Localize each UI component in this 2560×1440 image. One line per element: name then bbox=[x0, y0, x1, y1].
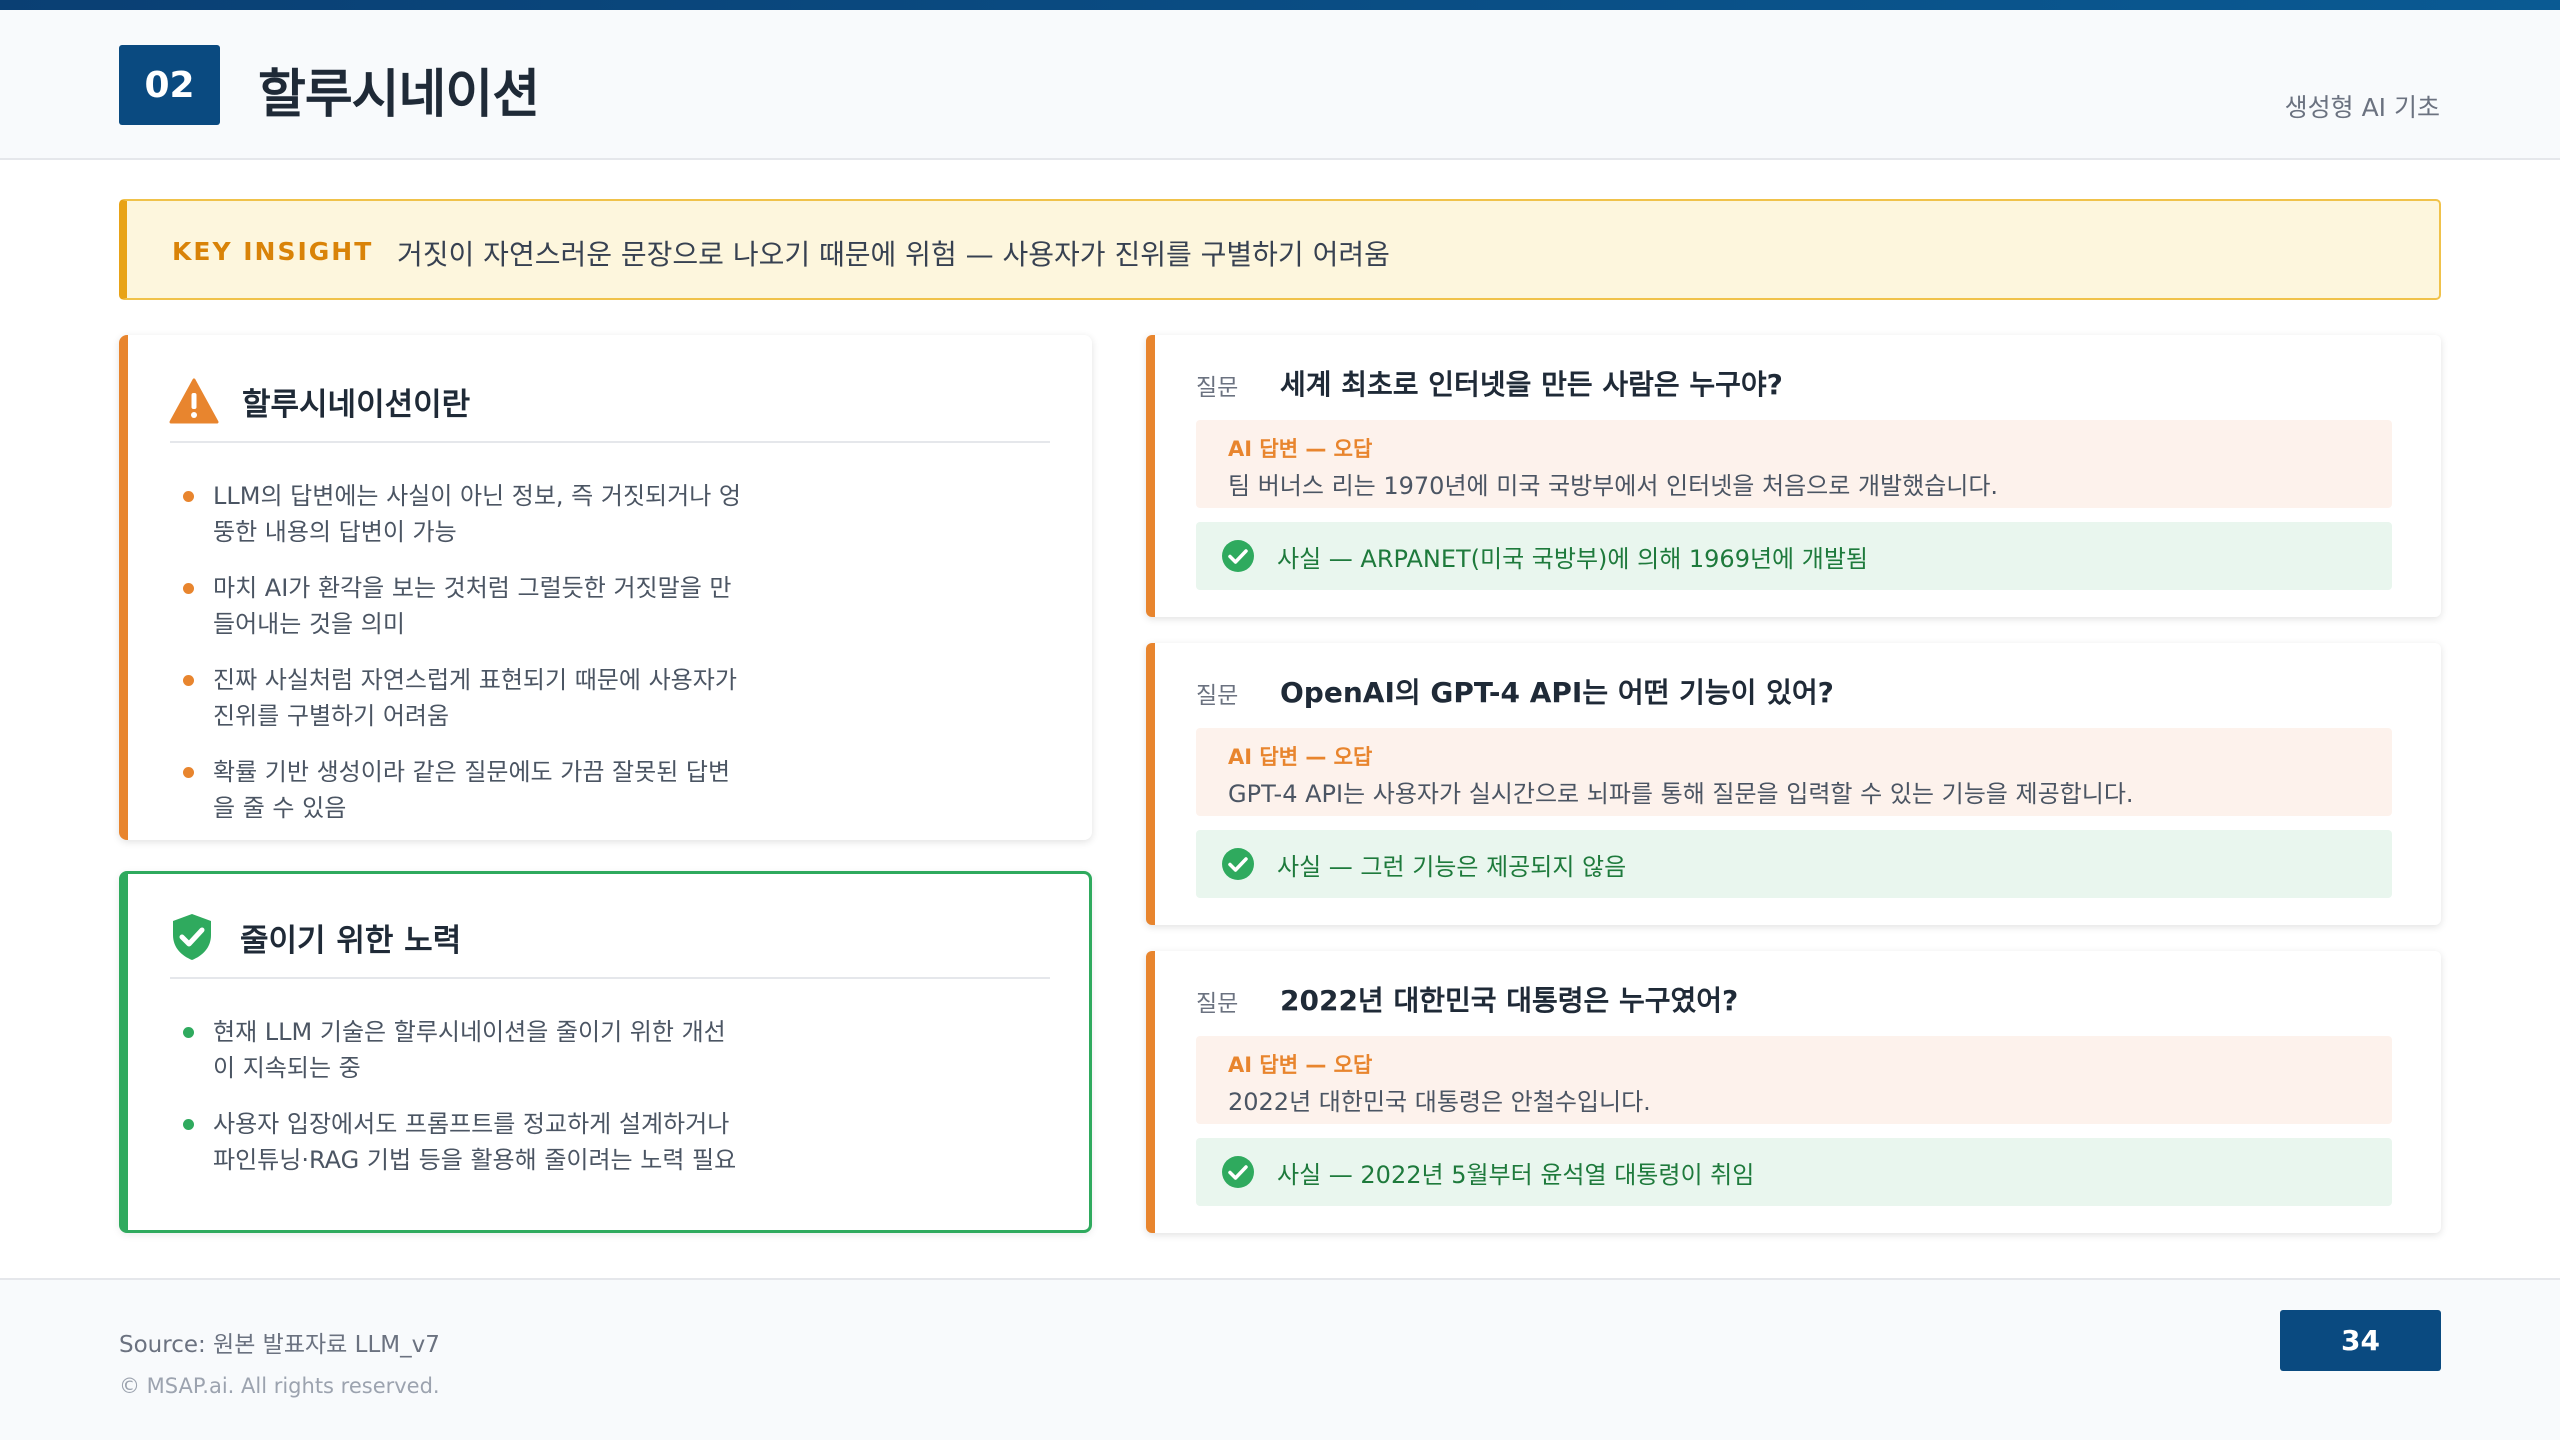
copyright-text: © MSAP.ai. All rights reserved. bbox=[119, 1374, 440, 1398]
ai-answer-label: AI 답변 — 오답 bbox=[1228, 745, 1373, 769]
example-card: 질문 2022년 대한민국 대통령은 누구였어? AI 답변 — 오답 2022… bbox=[1146, 951, 2441, 1233]
course-label: 생성형 AI 기초 bbox=[2284, 93, 2440, 122]
definition-card: 할루시네이션이란 LLM의 답변에는 사실이 아닌 정보, 즉 거짓되거나 엉뚱… bbox=[119, 335, 1092, 840]
question-text: 세계 최초로 인터넷을 만든 사람은 누구야? bbox=[1280, 368, 1783, 401]
slide-footer: Source: 원본 발표자료 LLM_v7 © MSAP.ai. All ri… bbox=[0, 1278, 2560, 1440]
list-item: 확률 기반 생성이라 같은 질문에도 가끔 잘못된 답변을 줄 수 있음 bbox=[183, 754, 743, 826]
mitigation-card: 줄이기 위한 노력 현재 LLM 기술은 할루시네이션을 줄이기 위한 개선이 … bbox=[119, 871, 1092, 1233]
list-item: 진짜 사실처럼 자연스럽게 표현되기 때문에 사용자가 진위를 구별하기 어려움 bbox=[183, 662, 743, 734]
list-item: 마치 AI가 환각을 보는 것처럼 그럴듯한 거짓말을 만들어내는 것을 의미 bbox=[183, 570, 743, 642]
ai-answer-text: 2022년 대한민국 대통령은 안철수입니다. bbox=[1228, 1088, 1651, 1116]
question-text: 2022년 대한민국 대통령은 누구였어? bbox=[1280, 984, 1739, 1017]
list-item: 사용자 입장에서도 프롬프트를 정교하게 설계하거나 파인튜닝·RAG 기법 등… bbox=[183, 1106, 753, 1178]
example-card: 질문 OpenAI의 GPT-4 API는 어떤 기능이 있어? AI 답변 —… bbox=[1146, 643, 2441, 925]
mitigation-bullets: 현재 LLM 기술은 할루시네이션을 줄이기 위한 개선이 지속되는 중 사용자… bbox=[183, 1014, 753, 1198]
ai-answer-label: AI 답변 — 오답 bbox=[1228, 437, 1373, 461]
fact-box: 사실 — ARPANET(미국 국방부)에 의해 1969년에 개발됨 bbox=[1196, 522, 2392, 590]
mitigation-card-title: 줄이기 위한 노력 bbox=[240, 922, 462, 959]
definition-bullets: LLM의 답변에는 사실이 아닌 정보, 즉 거짓되거나 엉뚱한 내용의 답변이… bbox=[183, 478, 743, 846]
ai-answer-box: AI 답변 — 오답 2022년 대한민국 대통령은 안철수입니다. bbox=[1196, 1036, 2392, 1124]
definition-card-title: 할루시네이션이란 bbox=[242, 386, 471, 423]
list-item: 현재 LLM 기술은 할루시네이션을 줄이기 위한 개선이 지속되는 중 bbox=[183, 1014, 743, 1086]
warning-icon bbox=[168, 375, 220, 427]
bullet-dot-icon bbox=[183, 767, 194, 778]
slide-header: 02 할루시네이션 생성형 AI 기초 bbox=[0, 10, 2560, 160]
bullet-dot-icon bbox=[183, 675, 194, 686]
ai-answer-text: GPT-4 API는 사용자가 실시간으로 뇌파를 통해 질문을 입력할 수 있… bbox=[1228, 780, 2134, 808]
ai-answer-text: 팀 버너스 리는 1970년에 미국 국방부에서 인터넷을 처음으로 개발했습니… bbox=[1228, 472, 1999, 500]
source-text: Source: 원본 발표자료 LLM_v7 bbox=[119, 1332, 440, 1358]
question-label: 질문 bbox=[1196, 683, 1239, 709]
mitigation-card-header: 줄이기 위한 노력 bbox=[166, 911, 461, 963]
fact-box: 사실 — 2022년 5월부터 윤석열 대통령이 취임 bbox=[1196, 1138, 2392, 1206]
page-title: 할루시네이션 bbox=[258, 65, 540, 125]
ai-answer-box: AI 답변 — 오답 GPT-4 API는 사용자가 실시간으로 뇌파를 통해 … bbox=[1196, 728, 2392, 816]
key-insight-tag: KEY INSIGHT bbox=[172, 237, 374, 266]
section-number-badge: 02 bbox=[119, 45, 220, 125]
key-insight-box: KEY INSIGHT 거짓이 자연스러운 문장으로 나오기 때문에 위험 — … bbox=[119, 199, 2441, 300]
definition-card-header: 할루시네이션이란 bbox=[168, 375, 470, 427]
question-text: OpenAI의 GPT-4 API는 어떤 기능이 있어? bbox=[1280, 676, 1834, 709]
bullet-dot-icon bbox=[183, 1119, 194, 1130]
card-divider bbox=[170, 977, 1050, 979]
card-divider bbox=[170, 441, 1050, 443]
ai-answer-label: AI 답변 — 오답 bbox=[1228, 1053, 1373, 1077]
fact-text: 사실 — ARPANET(미국 국방부)에 의해 1969년에 개발됨 bbox=[1277, 544, 1869, 573]
key-insight-text: 거짓이 자연스러운 문장으로 나오기 때문에 위험 — 사용자가 진위를 구별하… bbox=[397, 238, 1390, 271]
bullet-dot-icon bbox=[183, 491, 194, 502]
shield-check-icon bbox=[166, 911, 218, 963]
fact-box: 사실 — 그런 기능은 제공되지 않음 bbox=[1196, 830, 2392, 898]
page-number-badge: 34 bbox=[2280, 1310, 2441, 1371]
list-item: LLM의 답변에는 사실이 아닌 정보, 즉 거짓되거나 엉뚱한 내용의 답변이… bbox=[183, 478, 743, 550]
bullet-dot-icon bbox=[183, 1027, 194, 1038]
check-circle-icon bbox=[1222, 848, 1254, 880]
check-circle-icon bbox=[1222, 1156, 1254, 1188]
bullet-dot-icon bbox=[183, 583, 194, 594]
question-label: 질문 bbox=[1196, 991, 1239, 1017]
ai-answer-box: AI 답변 — 오답 팀 버너스 리는 1970년에 미국 국방부에서 인터넷을… bbox=[1196, 420, 2392, 508]
top-accent-bar bbox=[0, 0, 2560, 10]
fact-text: 사실 — 그런 기능은 제공되지 않음 bbox=[1277, 852, 1627, 881]
fact-text: 사실 — 2022년 5월부터 윤석열 대통령이 취임 bbox=[1277, 1160, 1755, 1189]
check-circle-icon bbox=[1222, 540, 1254, 572]
question-label: 질문 bbox=[1196, 375, 1239, 401]
example-card: 질문 세계 최초로 인터넷을 만든 사람은 누구야? AI 답변 — 오답 팀 … bbox=[1146, 335, 2441, 617]
